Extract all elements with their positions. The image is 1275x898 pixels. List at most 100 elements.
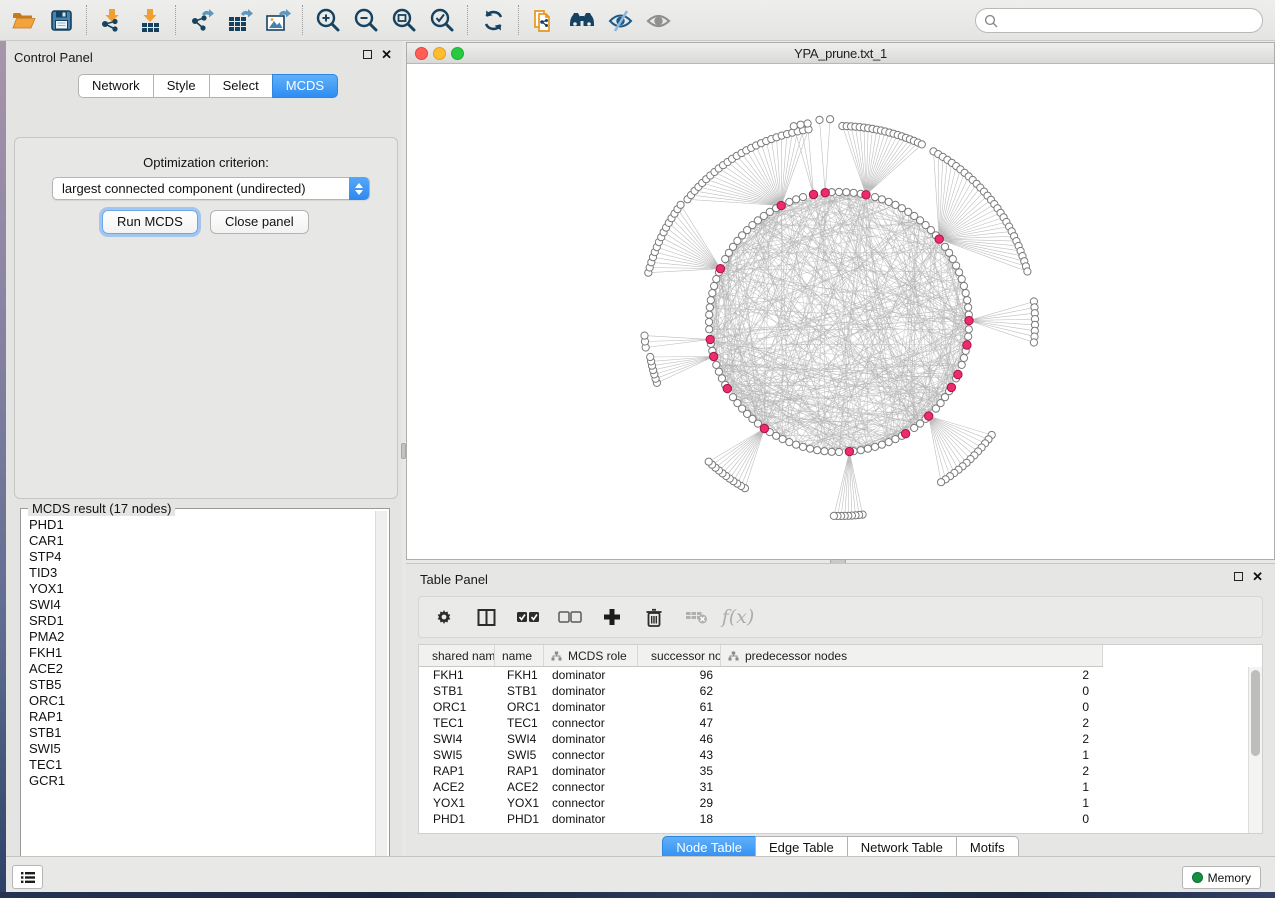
cell-name[interactable]: YOX1 [495, 796, 544, 810]
cell-role[interactable]: connector [544, 748, 638, 762]
network-graph[interactable] [407, 64, 1274, 559]
graph-node[interactable] [960, 282, 967, 289]
hide-graphics-button[interactable] [601, 3, 639, 37]
column-header-successor-nodes[interactable]: successor nodes [638, 645, 721, 666]
column-header-MCDS-role[interactable]: MCDS role [544, 645, 638, 666]
graph-node[interactable] [786, 439, 793, 446]
graph-hub-node[interactable] [821, 189, 829, 197]
close-panel-icon[interactable]: ✕ [1252, 572, 1263, 581]
graph-node[interactable] [857, 447, 864, 454]
graph-node[interactable] [918, 141, 925, 148]
table-row[interactable]: SWI4SWI4dominator462 [419, 731, 1248, 747]
zoom-in-button[interactable] [309, 3, 347, 37]
graph-node[interactable] [965, 333, 972, 340]
close-panel-button[interactable]: Close panel [210, 210, 309, 234]
show-graphics-button[interactable] [639, 3, 677, 37]
cell-role[interactable]: connector [544, 780, 638, 794]
graph-hub-node[interactable] [809, 190, 817, 198]
mcds-result-item[interactable]: ORC1 [23, 693, 373, 709]
cell-name[interactable]: SWI4 [495, 732, 544, 746]
mcds-result-item[interactable]: FKH1 [23, 645, 373, 661]
graph-hub-node[interactable] [760, 424, 768, 432]
graph-node[interactable] [705, 458, 712, 465]
graph-node[interactable] [965, 326, 972, 333]
graph-node[interactable] [715, 368, 722, 375]
mcds-result-item[interactable]: RAP1 [23, 709, 373, 725]
graph-node[interactable] [677, 201, 684, 208]
network-canvas[interactable] [407, 64, 1274, 559]
cell-successors[interactable]: 31 [638, 780, 721, 794]
graph-node[interactable] [878, 441, 885, 448]
graph-node[interactable] [706, 304, 713, 311]
cell-successors[interactable]: 43 [638, 748, 721, 762]
export-table-button[interactable] [220, 3, 258, 37]
mcds-result-item[interactable]: YOX1 [23, 581, 373, 597]
table-row[interactable]: RAP1RAP1dominator352 [419, 763, 1248, 779]
mcds-result-item[interactable]: SRD1 [23, 613, 373, 629]
graph-node[interactable] [871, 443, 878, 450]
cell-predecessors[interactable]: 2 [721, 668, 1103, 682]
table-scrollbar[interactable] [1248, 667, 1262, 833]
cell-name[interactable]: FKH1 [495, 668, 544, 682]
graph-hub-node[interactable] [965, 316, 973, 324]
mcds-result-list[interactable]: PHD1CAR1STP4TID3YOX1SWI4SRD1PMA2FKH1ACE2… [23, 517, 373, 876]
cell-predecessors[interactable]: 2 [721, 732, 1103, 746]
graph-node[interactable] [965, 304, 972, 311]
graph-node[interactable] [821, 448, 828, 455]
cell-shared_name[interactable]: FKH1 [419, 668, 495, 682]
graph-node[interactable] [804, 120, 811, 127]
memory-button[interactable]: Memory [1182, 866, 1261, 889]
cell-role[interactable]: connector [544, 796, 638, 810]
graph-node[interactable] [718, 375, 725, 382]
find-button[interactable] [563, 3, 601, 37]
close-panel-icon[interactable]: ✕ [381, 50, 392, 59]
function-builder-button[interactable]: f(x) [725, 604, 751, 630]
search-box[interactable] [975, 8, 1263, 33]
graph-node[interactable] [843, 189, 850, 196]
cell-name[interactable]: SWI5 [495, 748, 544, 762]
graph-node[interactable] [835, 188, 842, 195]
mcds-result-item[interactable]: CAR1 [23, 533, 373, 549]
network-window-titlebar[interactable]: YPA_prune.txt_1 [407, 43, 1274, 64]
table-row[interactable]: SWI5SWI5connector431 [419, 747, 1248, 763]
graph-hub-node[interactable] [706, 335, 714, 343]
mcds-result-item[interactable]: PHD1 [23, 517, 373, 533]
graph-node[interactable] [864, 445, 871, 452]
graph-node[interactable] [729, 394, 736, 401]
graph-node[interactable] [709, 290, 716, 297]
graph-hub-node[interactable] [901, 430, 909, 438]
cell-predecessors[interactable]: 0 [721, 812, 1103, 826]
mcds-result-item[interactable]: TEC1 [23, 757, 373, 773]
delete-table-button[interactable] [683, 604, 709, 630]
graph-node[interactable] [932, 405, 939, 412]
cell-shared_name[interactable]: SWI5 [419, 748, 495, 762]
tab-select[interactable]: Select [209, 74, 273, 98]
cell-role[interactable]: dominator [544, 684, 638, 698]
column-header-shared-name[interactable]: shared name [419, 645, 495, 666]
cell-predecessors[interactable]: 2 [721, 764, 1103, 778]
tab-network[interactable]: Network [78, 74, 154, 98]
zoom-out-button[interactable] [347, 3, 385, 37]
graph-node[interactable] [647, 353, 654, 360]
graph-node[interactable] [807, 445, 814, 452]
graph-node[interactable] [641, 332, 648, 339]
graph-node[interactable] [707, 297, 714, 304]
select-all-button[interactable] [515, 604, 541, 630]
add-column-button[interactable] [599, 604, 625, 630]
cell-predecessors[interactable]: 1 [721, 780, 1103, 794]
mcds-result-item[interactable]: STB5 [23, 677, 373, 693]
graph-hub-node[interactable] [716, 265, 724, 273]
mcds-result-item[interactable]: SWI5 [23, 741, 373, 757]
table-row[interactable]: YOX1YOX1connector291 [419, 795, 1248, 811]
graph-node[interactable] [828, 448, 835, 455]
table-scrollbar-thumb[interactable] [1251, 670, 1260, 756]
cell-successors[interactable]: 62 [638, 684, 721, 698]
graph-node[interactable] [835, 448, 842, 455]
export-network-button[interactable] [182, 3, 220, 37]
graph-hub-node[interactable] [777, 201, 785, 209]
cell-role[interactable]: connector [544, 716, 638, 730]
tab-mcds[interactable]: MCDS [272, 74, 338, 98]
cell-shared_name[interactable]: STB1 [419, 684, 495, 698]
cell-name[interactable]: ACE2 [495, 780, 544, 794]
mcds-result-item[interactable]: STB1 [23, 725, 373, 741]
